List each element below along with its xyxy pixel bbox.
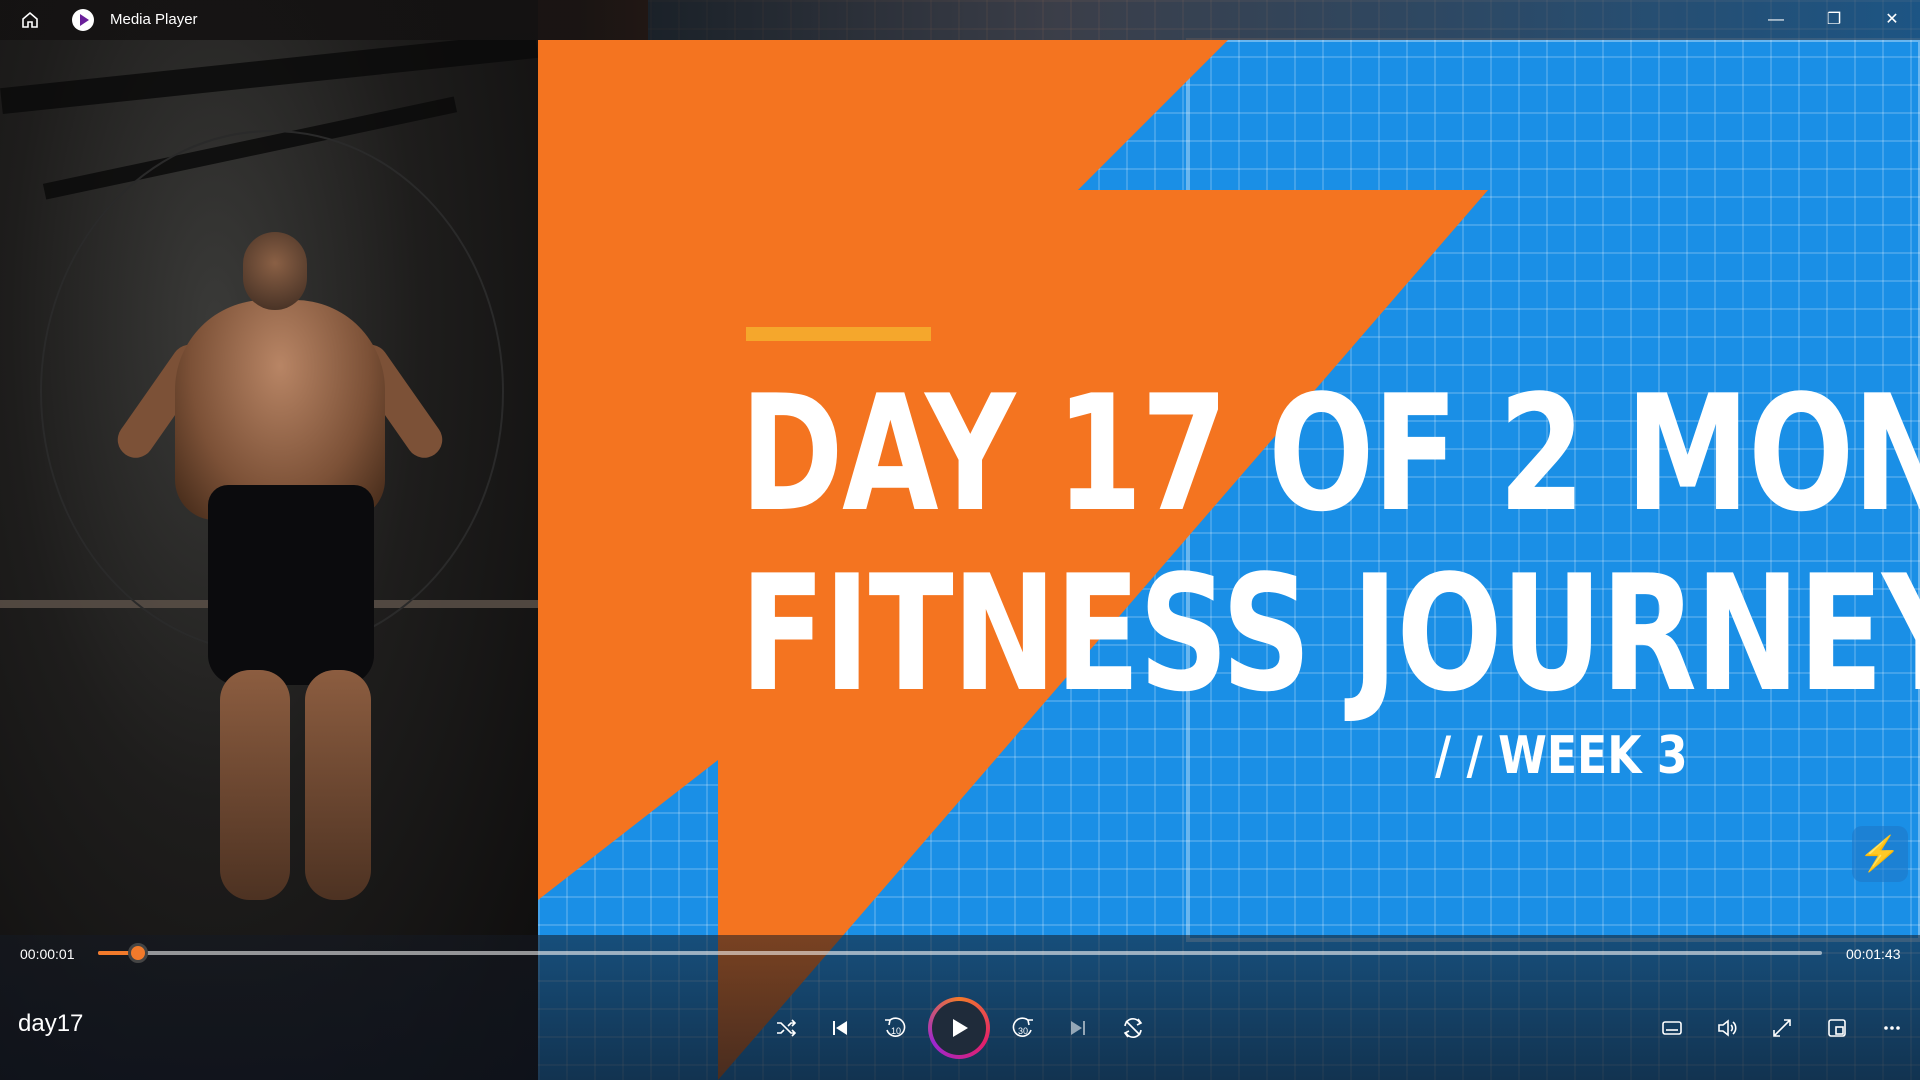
volume-icon[interactable] — [1705, 1006, 1749, 1050]
repeat-icon[interactable] — [1111, 1006, 1155, 1050]
rewind-10-icon[interactable]: 10 — [873, 1006, 917, 1050]
minimize-icon[interactable]: — — [1748, 0, 1804, 40]
current-time: 00:00:01 — [20, 946, 75, 962]
svg-text:30: 30 — [1018, 1026, 1028, 1036]
mini-player-icon[interactable] — [1815, 1006, 1859, 1050]
seek-bar[interactable] — [98, 951, 1822, 955]
title-bar: Media Player — ❐ ✕ — [0, 0, 1920, 40]
restore-icon[interactable]: ❐ — [1806, 0, 1862, 40]
captions-icon[interactable] — [1650, 1006, 1694, 1050]
close-icon[interactable]: ✕ — [1864, 0, 1920, 40]
seek-thumb[interactable] — [128, 943, 148, 963]
forward-30-icon[interactable]: 30 — [1001, 1006, 1045, 1050]
previous-icon[interactable] — [818, 1006, 862, 1050]
app-logo-icon — [72, 9, 94, 31]
channel-logo-icon: ⚡ — [1852, 826, 1908, 882]
shuffle-icon[interactable] — [764, 1006, 808, 1050]
play-button[interactable] — [928, 997, 990, 1059]
next-icon[interactable] — [1056, 1006, 1100, 1050]
total-time: 00:01:43 — [1846, 946, 1901, 962]
fullscreen-icon[interactable] — [1760, 1006, 1804, 1050]
play-icon — [932, 1001, 986, 1055]
athlete-photo — [0, 0, 538, 1080]
headline-line-1: DAY 17 OF 2 MONTHS — [740, 360, 1920, 547]
video-surface[interactable]: DAY 17 OF 2 MONTHS FITNESS JOURNEY / / W… — [0, 0, 1920, 1080]
headline-line-2: FITNESS JOURNEY — [740, 540, 1920, 727]
media-title: day17 — [18, 1010, 84, 1037]
ticker-bar — [746, 327, 931, 341]
week-subtitle: / / WEEK 3 — [1435, 726, 1688, 786]
app-title: Media Player — [110, 11, 198, 28]
more-icon[interactable] — [1870, 1006, 1914, 1050]
svg-text:10: 10 — [891, 1026, 901, 1036]
home-icon[interactable] — [12, 0, 48, 40]
